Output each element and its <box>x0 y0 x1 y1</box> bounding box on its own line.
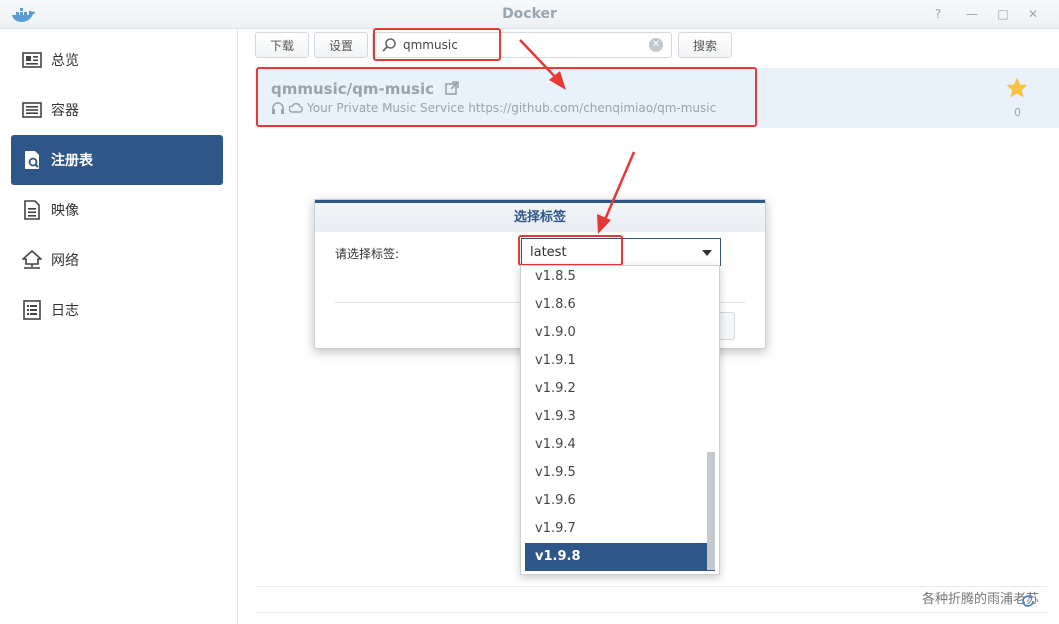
sidebar-item-label: 容器 <box>51 103 79 119</box>
dropdown-option[interactable]: v1.8.6 <box>525 291 715 319</box>
toolbar: 下载 设置 qmmusic ✕ 搜索 <box>238 29 1059 67</box>
overview-icon <box>21 50 43 70</box>
maximize-icon[interactable]: □ <box>995 6 1011 22</box>
dropdown-option[interactable]: v1.9.2 <box>525 375 715 403</box>
sidebar-item-label: 网络 <box>51 253 79 269</box>
window-title: Docker <box>502 6 557 22</box>
sidebar-item-image[interactable]: 映像 <box>11 185 223 235</box>
star-count: 0 <box>1014 106 1021 119</box>
dropdown-option[interactable]: v1.9.1 <box>525 347 715 375</box>
search-highlight-box <box>373 28 501 61</box>
sidebar-item-container[interactable]: 容器 <box>11 85 223 135</box>
dropdown-option[interactable]: v1.9.3 <box>525 403 715 431</box>
close-icon[interactable]: ✕ <box>1025 6 1041 22</box>
footer-divider <box>255 612 1047 613</box>
dropdown-option[interactable]: v1.9.5 <box>525 459 715 487</box>
dropdown-option[interactable]: v1.9.6 <box>525 487 715 515</box>
settings-button[interactable]: 设置 <box>314 32 368 58</box>
result-highlight-box <box>256 67 757 127</box>
sidebar: 总览 容器 注册表 映像 网络 日志 <box>0 29 238 624</box>
sidebar-item-label: 日志 <box>51 303 79 319</box>
image-icon <box>21 200 43 220</box>
sidebar-item-label: 注册表 <box>51 153 93 169</box>
tag-dropdown-list[interactable]: v1.8.5 v1.8.6 v1.9.0 v1.9.1 v1.9.2 v1.9.… <box>520 265 720 575</box>
sidebar-item-log[interactable]: 日志 <box>11 285 223 335</box>
download-button[interactable]: 下载 <box>255 32 309 58</box>
dropdown-option[interactable]: v1.9.0 <box>525 319 715 347</box>
dropdown-option[interactable]: v1.9.7 <box>525 515 715 543</box>
select-highlight-box <box>518 235 623 266</box>
help-icon[interactable]: ? <box>930 6 946 22</box>
dropdown-option[interactable]: v1.9.4 <box>525 431 715 459</box>
log-icon <box>21 300 43 320</box>
title-bar: Docker ? — □ ✕ <box>0 0 1059 29</box>
search-button[interactable]: 搜索 <box>678 32 732 58</box>
dialog-title: 选择标签 <box>315 200 765 232</box>
registry-icon <box>21 150 43 170</box>
sidebar-item-label: 映像 <box>51 203 79 219</box>
sidebar-item-network[interactable]: 网络 <box>11 235 223 285</box>
dropdown-option[interactable]: v1.8.5 <box>525 266 715 291</box>
dropdown-scrollbar[interactable] <box>707 452 715 570</box>
sidebar-item-registry[interactable]: 注册表 <box>11 135 223 185</box>
sidebar-item-overview[interactable]: 总览 <box>11 35 223 85</box>
network-icon <box>21 250 43 270</box>
dropdown-option-selected[interactable]: v1.9.8 <box>525 543 715 571</box>
chevron-down-icon <box>702 250 712 256</box>
minimize-icon[interactable]: — <box>964 6 980 22</box>
tag-label: 请选择标签: <box>335 247 400 261</box>
refresh-icon[interactable] <box>1021 594 1035 608</box>
star-icon[interactable] <box>1005 76 1029 100</box>
container-icon <box>21 100 43 120</box>
clear-search-icon[interactable]: ✕ <box>649 38 663 52</box>
footer-divider <box>255 586 1047 587</box>
sidebar-item-label: 总览 <box>51 53 79 69</box>
